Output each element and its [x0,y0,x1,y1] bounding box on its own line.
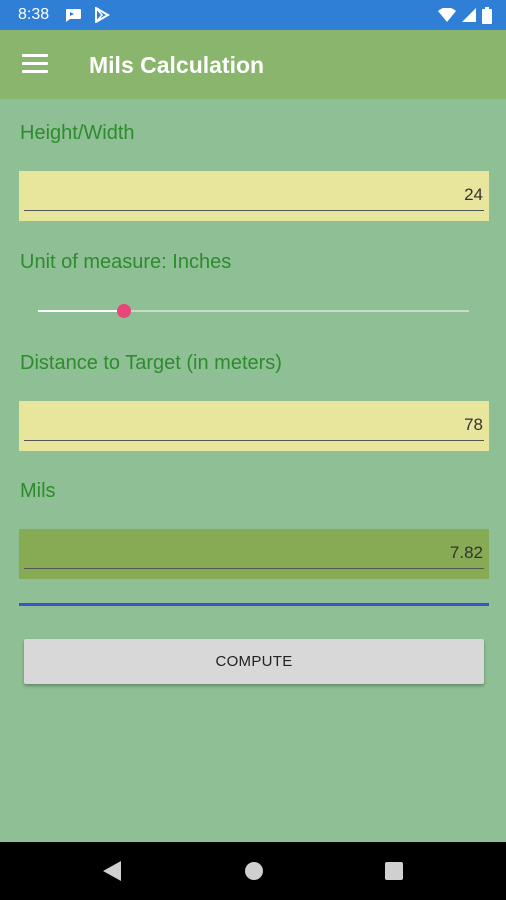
chat-icon [66,9,81,22]
play-store-icon [95,7,110,23]
input-underline [24,440,484,441]
distance-value: 78 [464,415,483,434]
status-icons [438,6,492,24]
page-title: Mils Calculation [89,52,265,78]
mils-label: Mils [20,480,56,502]
signal-icon [462,8,476,22]
status-bar: 8:38 [0,0,506,30]
height-width-input[interactable]: 24 [19,171,489,221]
battery-icon [482,6,492,24]
wifi-icon [438,8,456,22]
mils-result-field: 7.82 [19,529,489,579]
unit-of-measure-label: Unit of measure: Inches [20,251,232,273]
slider-thumb[interactable] [117,304,132,318]
slider-fill [38,310,125,312]
home-icon[interactable] [244,860,264,882]
navigation-bar [0,842,506,900]
distance-input[interactable]: 78 [19,401,489,451]
height-width-label: Height/Width [20,122,135,144]
recents-icon[interactable] [384,860,404,882]
mils-value: 7.82 [449,543,483,562]
status-time: 8:38 [18,6,50,23]
input-underline [24,210,484,211]
hamburger-menu-icon[interactable] [22,54,48,76]
input-underline [24,568,484,569]
divider-line [19,603,489,606]
unit-of-measure-slider[interactable] [38,302,469,320]
back-icon[interactable] [102,860,122,882]
height-width-value: 24 [464,185,483,204]
app-bar: Mils Calculation [0,30,506,99]
compute-button[interactable]: COMPUTE [24,639,484,684]
distance-label: Distance to Target (in meters) [20,352,282,374]
